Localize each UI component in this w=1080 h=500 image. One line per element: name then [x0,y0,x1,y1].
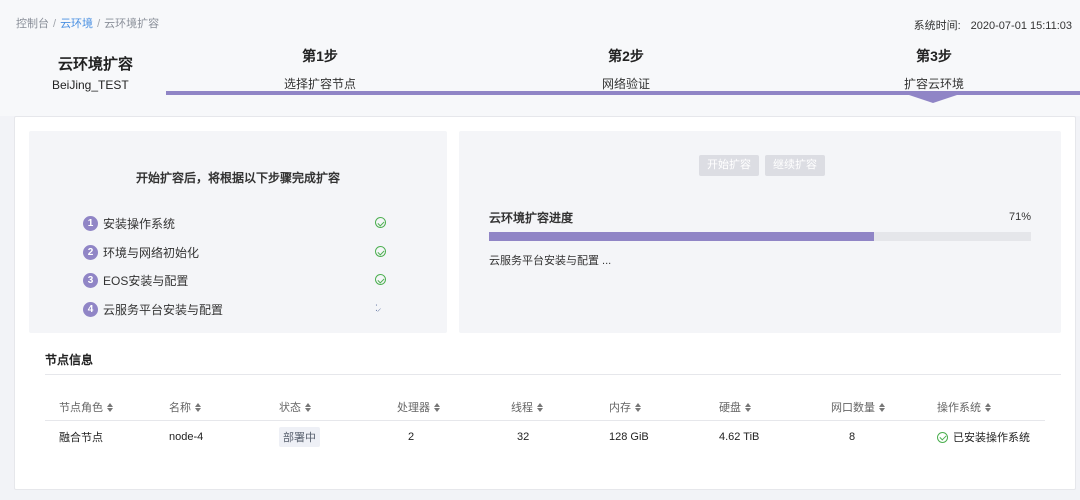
progress-status: 云服务平台安装与配置 ... [489,255,612,267]
sort-icon[interactable] [537,402,543,412]
step-label: 网络验证 [601,77,650,91]
step-label: 扩容云环境 [903,77,964,91]
cell-name: node-4 [169,431,204,443]
column-header-disk[interactable]: 硬盘 [719,393,751,421]
progress-title: 云环境扩容进度 [489,211,574,225]
task-item: 3 EOS安装与配置 [83,271,188,289]
sort-icon[interactable] [434,402,440,412]
start-expansion-button[interactable]: 开始扩容 [699,155,759,176]
system-time: 系统时间: 2020-07-01 15:11:03 [914,17,1072,33]
cell-cpu: 2 [408,431,415,443]
progress-bar [489,232,1031,241]
table-header: 节点角色 名称 状态 处理器 线程 内存 硬盘 网口数量 操作系统 [45,393,1045,421]
sort-icon[interactable] [107,402,113,412]
step-2: 第2步 网络验证 [556,46,696,92]
check-circle-icon [937,431,948,443]
divider [45,374,1061,375]
node-table: 节点角色 名称 状态 处理器 线程 内存 硬盘 网口数量 操作系统 融合节点 n… [45,393,1045,451]
step-number: 第1步 [302,48,338,64]
column-header-nic-count[interactable]: 网口数量 [831,393,885,421]
column-header-memory[interactable]: 内存 [609,393,641,421]
column-header-cpu[interactable]: 处理器 [397,393,440,421]
breadcrumb-item-current: 云环境扩容 [104,18,160,30]
step-1: 第1步 选择扩容节点 [250,46,390,92]
sort-icon[interactable] [985,402,991,412]
sort-icon[interactable] [745,402,751,412]
progress-percent: 71% [1008,211,1031,223]
cell-role: 融合节点 [59,432,103,444]
cell-disk: 4.62 TiB [719,431,760,443]
breadcrumb-separator: / [53,18,57,30]
breadcrumb: 控制台 / 云环境 / 云环境扩容 [16,15,159,31]
instructions-panel: 开始扩容后，将根据以下步骤完成扩容 1 安装操作系统 2 环境与网络初始化 3 … [29,131,447,333]
table-row: 融合节点 node-4 部署中 2 32 128 GiB 4.62 TiB 8 … [45,423,1045,451]
node-info-title: 节点信息 [45,353,94,367]
page-title: 云环境扩容 [58,56,134,73]
column-header-name[interactable]: 名称 [169,393,201,421]
step-number: 第3步 [916,48,952,64]
progress-bar-fill [489,232,874,241]
column-header-status[interactable]: 状态 [279,393,311,421]
column-header-os[interactable]: 操作系统 [937,393,991,421]
loading-icon: ⁚⸝ [375,303,381,313]
check-circle-icon [375,217,387,229]
cell-nic-count: 8 [849,431,856,443]
sort-icon[interactable] [305,402,311,412]
active-step-indicator [909,95,957,103]
task-label: 环境与网络初始化 [103,245,200,260]
step-number: 第2步 [608,48,644,64]
header-area: 控制台 / 云环境 / 云环境扩容 系统时间: 2020-07-01 15:11:03 云… [0,0,1080,116]
cell-status: 部署中 [279,423,320,451]
step-index-badge: 3 [83,272,98,288]
system-time-label: 系统时间: [913,20,961,32]
task-label: 安装操作系统 [103,216,176,231]
continue-expansion-button[interactable]: 继续扩容 [765,155,825,176]
step-index-badge: 1 [83,215,98,231]
cell-memory: 128 GiB [609,431,649,443]
step-label: 选择扩容节点 [283,77,356,91]
column-header-role[interactable]: 节点角色 [59,393,113,421]
cell-os: 已安装操作系统 [937,423,1030,451]
sort-icon[interactable] [195,402,201,412]
progress-panel: 开始扩容 继续扩容 云环境扩容进度 71% 云服务平台安装与配置 ... [459,131,1061,333]
os-status-text: 已安装操作系统 [953,432,1030,444]
step-index-badge: 4 [83,301,98,317]
step-3: 第3步 扩容云环境 [864,46,1004,92]
step-index-badge: 2 [83,244,98,260]
task-item: 2 环境与网络初始化 [83,243,199,261]
task-label: 云服务平台安装与配置 [103,302,224,317]
system-time-value: 2020-07-01 15:11:03 [970,20,1072,32]
task-label: EOS安装与配置 [103,273,189,288]
check-circle-icon [375,246,387,258]
task-item: 1 安装操作系统 [83,214,175,232]
status-badge: 部署中 [279,427,320,447]
sort-icon[interactable] [879,402,885,412]
breadcrumb-item-console[interactable]: 控制台 [16,18,49,30]
breadcrumb-separator: / [97,18,101,30]
column-header-threads[interactable]: 线程 [511,393,543,421]
task-item: 4 云服务平台安装与配置 [83,300,223,318]
instructions-title: 开始扩容后，将根据以下步骤完成扩容 [135,171,340,185]
environment-name: BeiJing_TEST [52,78,129,92]
sort-icon[interactable] [635,402,641,412]
breadcrumb-item-cloud-env[interactable]: 云环境 [60,18,93,30]
main-card: 开始扩容后，将根据以下步骤完成扩容 1 安装操作系统 2 环境与网络初始化 3 … [14,116,1076,490]
check-circle-icon [375,274,387,286]
cell-threads: 32 [517,431,530,443]
